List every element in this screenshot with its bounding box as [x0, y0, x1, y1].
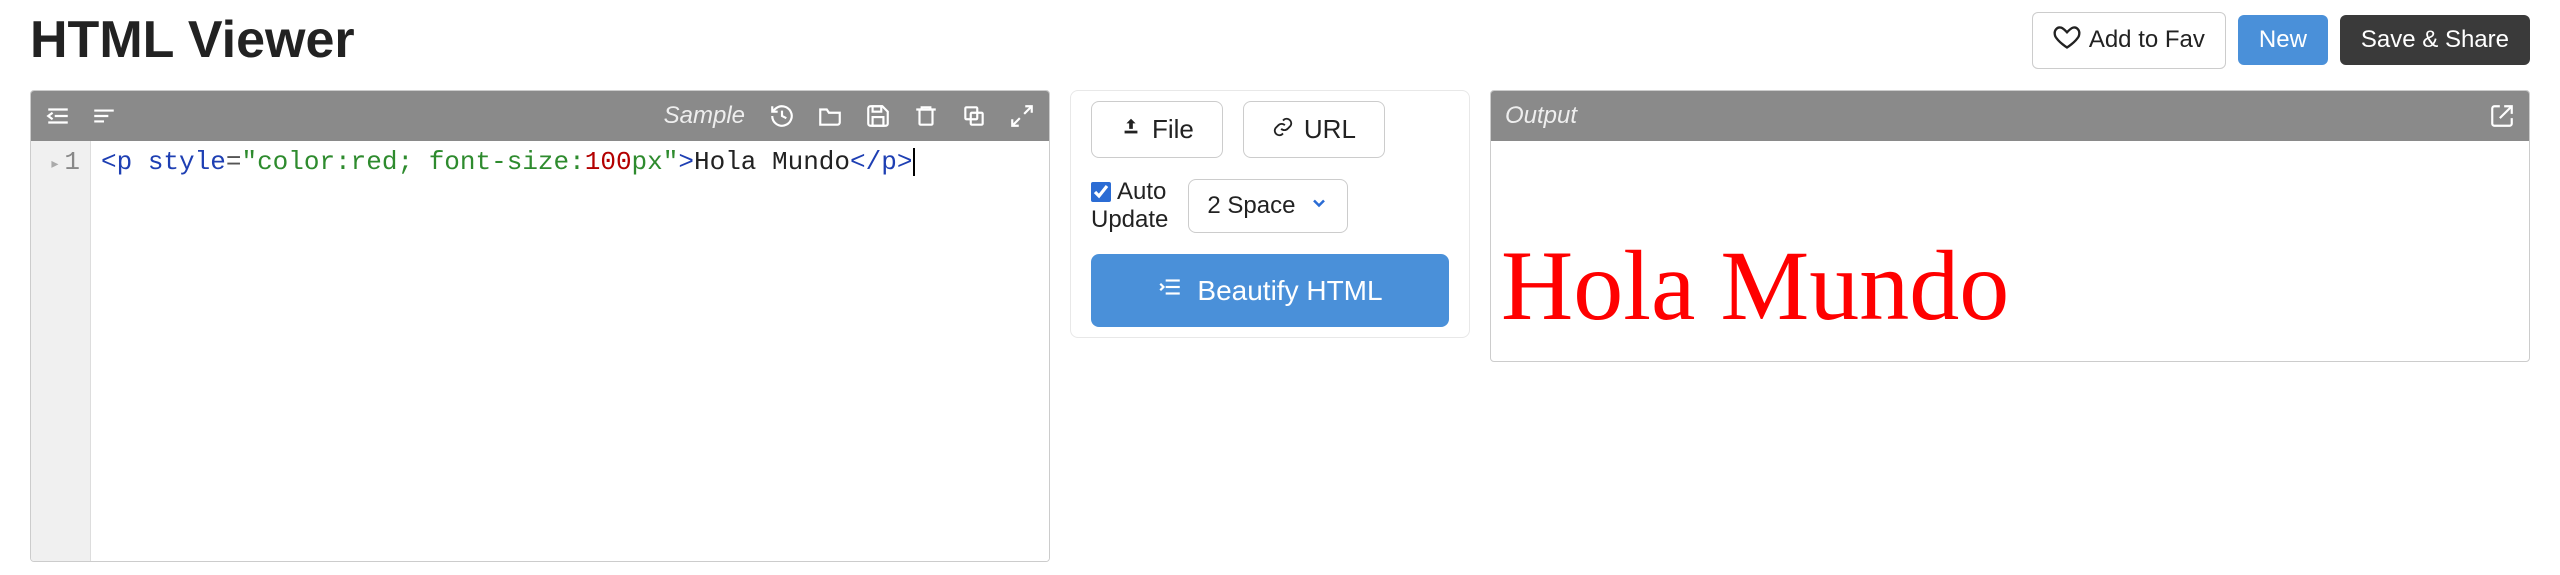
rendered-output: Hola Mundo — [1501, 231, 2519, 341]
menu-lines-icon[interactable] — [91, 103, 117, 129]
tok-gt: > — [678, 147, 694, 177]
editor-panel: Sample — [30, 90, 1050, 562]
tok-sp — [413, 147, 429, 177]
auto-update-checkbox[interactable] — [1091, 182, 1111, 202]
indent-left-icon[interactable] — [45, 103, 71, 129]
beautify-icon — [1157, 274, 1183, 307]
url-button[interactable]: URL — [1243, 101, 1385, 158]
tok-num: 100 — [585, 147, 632, 177]
tok-prop2: font-size: — [429, 147, 585, 177]
text-cursor — [913, 148, 915, 176]
auto-update-group: Auto Update — [1091, 178, 1168, 234]
middle-panel: File URL Auto Update 2 Space — [1070, 90, 1470, 338]
indent-select[interactable]: 2 Space — [1188, 179, 1348, 233]
fold-icon[interactable]: ▸ — [50, 155, 61, 175]
auto-update-text2: Update — [1091, 206, 1168, 234]
heart-icon — [2053, 23, 2081, 58]
folder-icon[interactable] — [817, 103, 843, 129]
output-content: Hola Mundo — [1491, 141, 2529, 361]
tok-eq: = — [226, 147, 242, 177]
tok-prop1: color:red; — [257, 147, 413, 177]
add-fav-label: Add to Fav — [2089, 26, 2205, 54]
page-title: HTML Viewer — [30, 10, 355, 70]
history-icon[interactable] — [769, 103, 795, 129]
new-label: New — [2259, 26, 2307, 54]
output-toolbar: Output — [1491, 91, 2529, 141]
output-label: Output — [1505, 102, 1577, 130]
sample-label[interactable]: Sample — [664, 102, 745, 130]
tok-open: <p — [101, 147, 132, 177]
code-area[interactable]: ▸1 <p style="color:red; font-size:100px"… — [31, 141, 1049, 561]
url-label: URL — [1304, 114, 1356, 145]
save-share-button[interactable]: Save & Share — [2340, 15, 2530, 65]
tok-close: </p> — [850, 147, 912, 177]
new-button[interactable]: New — [2238, 15, 2328, 65]
tok-unit: px — [632, 147, 663, 177]
add-fav-button[interactable]: Add to Fav — [2032, 12, 2226, 69]
trash-icon[interactable] — [913, 103, 939, 129]
indent-select-value: 2 Space — [1207, 192, 1295, 220]
header-buttons: Add to Fav New Save & Share — [2032, 12, 2530, 69]
file-button[interactable]: File — [1091, 101, 1223, 158]
file-label: File — [1152, 114, 1194, 145]
link-icon — [1272, 114, 1294, 145]
copy-icon[interactable] — [961, 103, 987, 129]
editor-toolbar: Sample — [31, 91, 1049, 141]
tok-q2: " — [663, 147, 679, 177]
code-line-1[interactable]: <p style="color:red; font-size:100px">Ho… — [91, 141, 925, 561]
auto-update-text1: Auto — [1117, 178, 1166, 206]
beautify-button[interactable]: Beautify HTML — [1091, 254, 1449, 327]
tok-attr: style — [132, 147, 226, 177]
expand-icon[interactable] — [1009, 103, 1035, 129]
upload-icon — [1120, 114, 1142, 145]
auto-update-checkbox-label[interactable]: Auto — [1091, 178, 1168, 206]
tok-text: Hola Mundo — [694, 147, 850, 177]
open-external-icon[interactable] — [2489, 103, 2515, 129]
save-share-label: Save & Share — [2361, 26, 2509, 54]
chevron-down-icon — [1309, 192, 1329, 220]
save-icon[interactable] — [865, 103, 891, 129]
beautify-label: Beautify HTML — [1197, 275, 1382, 307]
output-panel: Output Hola Mundo — [1490, 90, 2530, 362]
tok-q1: " — [241, 147, 257, 177]
gutter: ▸1 — [31, 141, 91, 561]
line-number: 1 — [64, 147, 80, 177]
